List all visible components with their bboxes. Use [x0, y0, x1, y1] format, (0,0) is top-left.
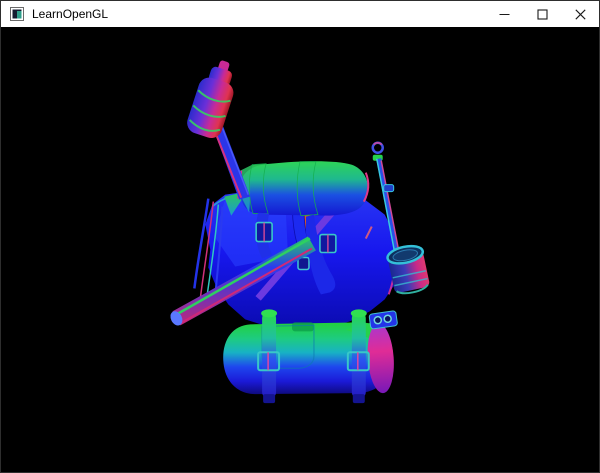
close-button[interactable] — [561, 1, 599, 27]
maximize-button[interactable] — [523, 1, 561, 27]
close-icon — [575, 9, 586, 20]
top-roll — [238, 161, 368, 215]
app-window: LearnOpenGL — [0, 0, 600, 473]
minimize-icon — [499, 9, 510, 20]
minimize-button[interactable] — [485, 1, 523, 27]
maximize-icon — [537, 9, 548, 20]
app-icon — [10, 7, 24, 21]
bottom-roll — [223, 320, 396, 394]
window-title: LearnOpenGL — [32, 1, 108, 27]
snap-plate — [369, 311, 398, 330]
normals-render — [1, 27, 599, 472]
titlebar[interactable]: LearnOpenGL — [1, 1, 599, 27]
opengl-viewport[interactable] — [1, 27, 599, 472]
